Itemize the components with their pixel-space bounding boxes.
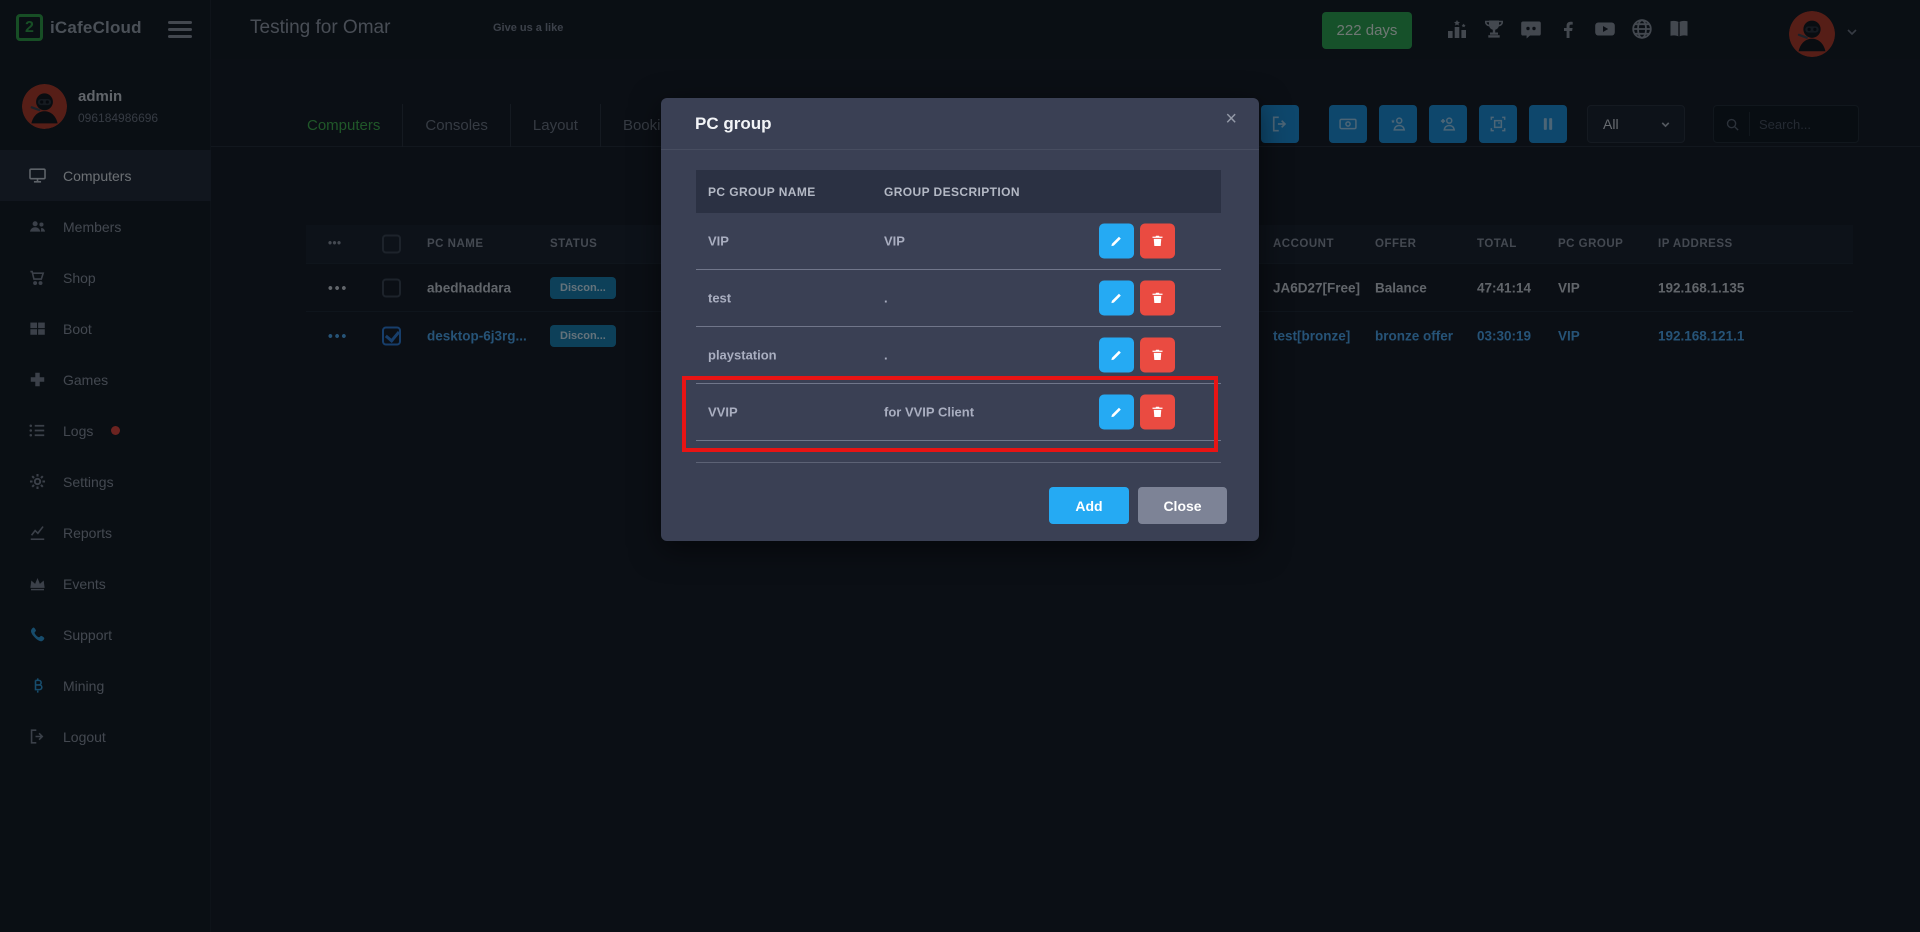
pencil-icon (1109, 405, 1124, 420)
pc-group-modal: PC group × PC GROUP NAME GROUP DESCRIPTI… (661, 98, 1259, 541)
pc-group-table: PC GROUP NAME GROUP DESCRIPTION VIP VIP … (696, 170, 1221, 441)
pc-group-row-vvip: VVIP for VVIP Client (696, 384, 1221, 441)
edit-group-button[interactable] (1099, 395, 1134, 430)
modal-title: PC group (695, 114, 772, 134)
trash-icon (1150, 348, 1165, 363)
app-root: 2 iCafeCloud Testing for Omar Give us a … (0, 0, 1920, 932)
close-button[interactable]: Close (1138, 487, 1227, 524)
trash-icon (1150, 291, 1165, 306)
pc-group-row-vip: VIP VIP (696, 213, 1221, 270)
pc-group-table-header: PC GROUP NAME GROUP DESCRIPTION (696, 170, 1221, 213)
edit-group-button[interactable] (1099, 224, 1134, 259)
delete-group-button[interactable] (1140, 395, 1175, 430)
edit-group-button[interactable] (1099, 281, 1134, 316)
close-icon[interactable]: × (1225, 109, 1237, 129)
edit-group-button[interactable] (1099, 338, 1134, 373)
table-bottom-divider (696, 462, 1221, 463)
add-button[interactable]: Add (1049, 487, 1129, 524)
pc-group-row-test: test . (696, 270, 1221, 327)
pc-group-row-playstation: playstation . (696, 327, 1221, 384)
delete-group-button[interactable] (1140, 338, 1175, 373)
pencil-icon (1109, 291, 1124, 306)
trash-icon (1150, 405, 1165, 420)
delete-group-button[interactable] (1140, 224, 1175, 259)
modal-footer: Add Close (1049, 487, 1227, 524)
trash-icon (1150, 234, 1165, 249)
pencil-icon (1109, 348, 1124, 363)
delete-group-button[interactable] (1140, 281, 1175, 316)
modal-header: PC group × (661, 98, 1259, 150)
pencil-icon (1109, 234, 1124, 249)
